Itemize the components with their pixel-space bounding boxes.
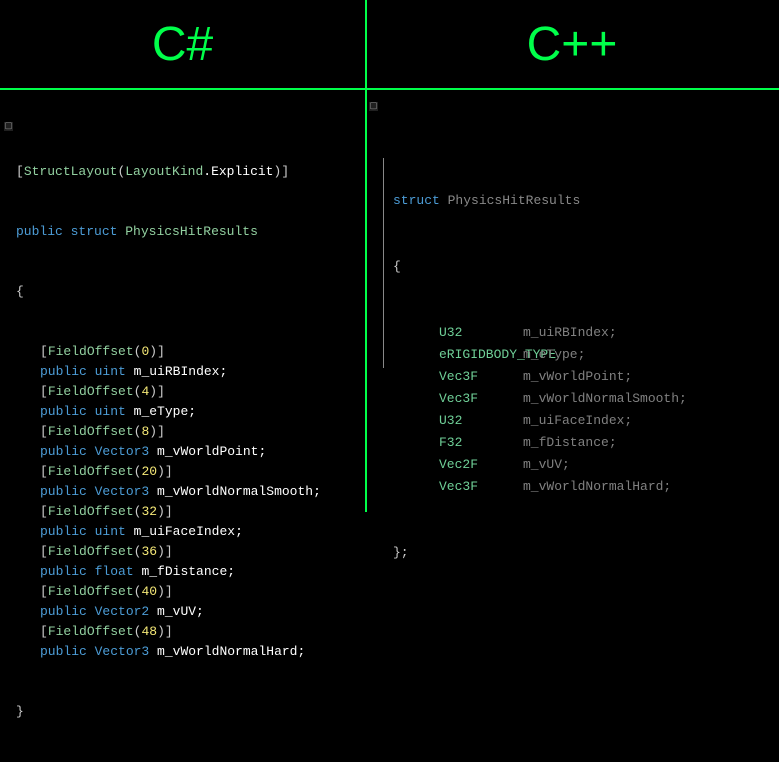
csharp-field-offset-attr: [FieldOffset(48)]: [16, 622, 357, 642]
csharp-field-decl: public Vector2 m_vUV;: [16, 602, 357, 622]
cpp-field-name: m_fDistance;: [523, 432, 617, 454]
cpp-field-name: m_vWorldPoint;: [523, 366, 632, 388]
cpp-field-type: Vec3F: [393, 388, 523, 410]
csharp-field-offset-attr: [FieldOffset(4)]: [16, 382, 357, 402]
gutter-left: ▢: [4, 102, 16, 162]
cpp-field-name: m_vUV;: [523, 454, 570, 476]
brace-open: {: [393, 256, 771, 278]
vertical-divider: [365, 0, 367, 512]
csharp-field-decl: public Vector3 m_vWorldNormalSmooth;: [16, 482, 357, 502]
csharp-field-offset-attr: [FieldOffset(8)]: [16, 422, 357, 442]
cpp-field-decl: U32m_uiFaceIndex;: [393, 410, 771, 432]
gutter-right: ▢: [369, 102, 381, 168]
brace-open: {: [16, 282, 357, 302]
csharp-field-offset-attr: [FieldOffset(36)]: [16, 542, 357, 562]
cpp-field-type: Vec3F: [393, 366, 523, 388]
cpp-field-name: m_uiFaceIndex;: [523, 410, 632, 432]
csharp-field-offset-attr: [FieldOffset(0)]: [16, 342, 357, 362]
header-right-label: C++: [527, 17, 618, 72]
cpp-closing: };: [393, 542, 771, 564]
cpp-field-type: eRIGIDBODY_TYPE: [393, 344, 523, 366]
header-right: C++: [365, 0, 779, 88]
csharp-field-decl: public float m_fDistance;: [16, 562, 357, 582]
csharp-field-offset-attr: [FieldOffset(20)]: [16, 462, 357, 482]
cpp-field-decl: Vec3Fm_vWorldPoint;: [393, 366, 771, 388]
csharp-attr-line: [StructLayout(LayoutKind.Explicit)]: [16, 162, 357, 182]
csharp-field-decl: public Vector3 m_vWorldPoint;: [16, 442, 357, 462]
comparison-grid: C# C++ ▢ [StructLayout(LayoutKind.Explic…: [0, 0, 779, 512]
csharp-struct-line: public struct PhysicsHitResults: [16, 222, 357, 242]
fold-guide-line: [383, 158, 384, 368]
csharp-field-decl: public uint m_uiRBIndex;: [16, 362, 357, 382]
cpp-field-type: U32: [393, 410, 523, 432]
csharp-field-offset-attr: [FieldOffset(32)]: [16, 502, 357, 522]
cpp-field-type: F32: [393, 432, 523, 454]
horizontal-divider: [0, 88, 779, 90]
csharp-field-decl: public uint m_uiFaceIndex;: [16, 522, 357, 542]
cpp-field-decl: eRIGIDBODY_TYPEm_eType;: [393, 344, 771, 366]
cpp-code-panel[interactable]: ▢ struct PhysicsHitResults { U32m_uiRBIn…: [365, 88, 779, 512]
fold-icon[interactable]: ▢: [369, 102, 378, 111]
cpp-field-name: m_eType;: [523, 344, 585, 366]
csharp-field-offset-attr: [FieldOffset(40)]: [16, 582, 357, 602]
cpp-field-decl: Vec3Fm_vWorldNormalHard;: [393, 476, 771, 498]
brace-close: }: [16, 702, 357, 722]
cpp-field-name: m_vWorldNormalSmooth;: [523, 388, 687, 410]
cpp-field-name: m_vWorldNormalHard;: [523, 476, 671, 498]
csharp-field-decl: public Vector3 m_vWorldNormalHard;: [16, 642, 357, 662]
cpp-field-decl: F32m_fDistance;: [393, 432, 771, 454]
cpp-field-decl: Vec2Fm_vUV;: [393, 454, 771, 476]
cpp-struct-line: struct PhysicsHitResults: [393, 190, 771, 212]
header-left-label: C#: [152, 17, 213, 72]
cpp-field-type: Vec3F: [393, 476, 523, 498]
csharp-code-panel[interactable]: ▢ [StructLayout(LayoutKind.Explicit)] pu…: [0, 88, 365, 512]
cpp-field-decl: Vec3Fm_vWorldNormalSmooth;: [393, 388, 771, 410]
header-left: C#: [0, 0, 365, 88]
cpp-field-name: m_uiRBIndex;: [523, 322, 617, 344]
cpp-field-decl: U32m_uiRBIndex;: [393, 322, 771, 344]
csharp-field-decl: public uint m_eType;: [16, 402, 357, 422]
cpp-field-type: U32: [393, 322, 523, 344]
cpp-field-type: Vec2F: [393, 454, 523, 476]
fold-icon[interactable]: ▢: [4, 122, 13, 131]
